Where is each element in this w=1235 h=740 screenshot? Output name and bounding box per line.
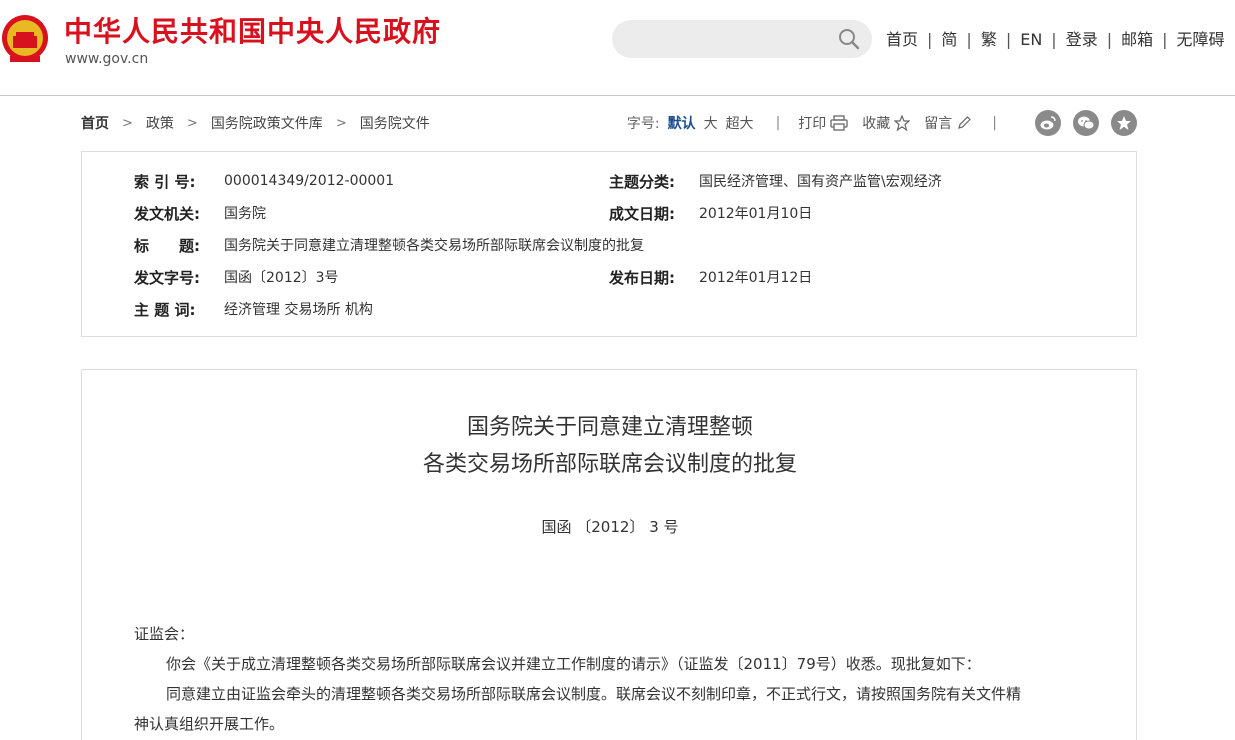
crumb-bar: 首页 > 政策 > 国务院政策文件库 > 国务院文件 字号: 默认 大 超大 |… <box>81 108 1137 138</box>
meta-created-value: 2012年01月10日 <box>699 206 813 222</box>
meta-title-label: 标 题: <box>134 236 200 255</box>
nav-traditional[interactable]: 繁 <box>981 28 997 52</box>
meta-keywords-label: 主 题 词: <box>134 300 196 319</box>
font-size-label: 字号: <box>626 116 660 132</box>
weibo-icon[interactable] <box>1035 110 1061 136</box>
nav-simplified[interactable]: 简 <box>941 28 957 52</box>
meta-category-label: 主题分类: <box>609 172 675 191</box>
document-title-line1: 国务院关于同意建立清理整顿 <box>466 415 753 440</box>
meta-issuer-label: 发文机关: <box>134 204 200 223</box>
breadcrumb-separator: > <box>186 115 198 131</box>
document-paragraph-2-line1: 同意建立由证监会牵头的清理整顿各类交易场所部际联席会议制度。联席会议不刻制印章，… <box>166 685 1022 703</box>
site-url[interactable]: www.gov.cn <box>65 50 148 68</box>
meta-created: 成文日期: 2012年01月10日 <box>609 202 812 224</box>
document-content: 国务院关于同意建立清理整顿 各类交易场所部际联席会议制度的批复 国函 〔2012… <box>81 369 1137 740</box>
meta-category: 主题分类: 国民经济管理、国有资产监管\宏观经济 <box>609 170 942 192</box>
print-label: 打印 <box>798 116 827 132</box>
meta-title-value: 国务院关于同意建立清理整顿各类交易场所部际联席会议制度的批复 <box>224 238 644 254</box>
wechat-icon[interactable] <box>1073 110 1099 136</box>
breadcrumb-policy-library[interactable]: 国务院政策文件库 <box>211 113 323 133</box>
page-tools: 字号: 默认 大 超大 | 打印 收藏 留言 | <box>627 108 1137 138</box>
print-button[interactable]: 打印 <box>798 113 848 133</box>
meta-issuer: 发文机关: 国务院 <box>134 202 266 224</box>
document-title-line2: 各类交易场所部际联席会议制度的批复 <box>422 452 797 477</box>
meta-index-value: 000014349/2012-00001 <box>224 173 395 189</box>
nav-separator: | <box>927 30 933 49</box>
national-emblem-icon[interactable] <box>0 12 50 66</box>
nav-english[interactable]: EN <box>1020 28 1042 52</box>
nav-login[interactable]: 登录 <box>1066 28 1098 52</box>
top-nav: 首页 | 简 | 繁 | EN | 登录 | 邮箱 | 无障碍 <box>886 28 1225 52</box>
font-size-default[interactable]: 默认 <box>668 113 696 133</box>
favorite-star-icon[interactable] <box>1111 110 1137 136</box>
nav-home[interactable]: 首页 <box>886 28 918 52</box>
breadcrumb-policy[interactable]: 政策 <box>146 113 174 133</box>
meta-index-label: 索 引 号: <box>134 172 196 191</box>
nav-mail[interactable]: 邮箱 <box>1121 28 1153 52</box>
search-icon[interactable] <box>838 28 860 50</box>
meta-docno: 发文字号: 国函〔2012〕3号 <box>134 266 339 288</box>
site-header: 中华人民共和国中央人民政府 www.gov.cn 首页 | 简 | 繁 | EN… <box>0 0 1235 96</box>
tools-divider: | <box>775 115 781 131</box>
favorite-button[interactable]: 收藏 <box>862 113 911 133</box>
search-input[interactable] <box>628 20 838 58</box>
favorite-label: 收藏 <box>862 116 891 132</box>
meta-index: 索 引 号: 000014349/2012-00001 <box>134 170 394 192</box>
breadcrumb-home[interactable]: 首页 <box>81 113 109 133</box>
meta-published-label: 发布日期: <box>609 268 675 287</box>
breadcrumb-state-council-docs[interactable]: 国务院文件 <box>360 113 430 133</box>
search-box <box>612 20 872 58</box>
nav-separator: | <box>966 30 972 49</box>
nav-separator: | <box>1162 30 1168 49</box>
meta-title: 标 题: 国务院关于同意建立清理整顿各类交易场所部际联席会议制度的批复 <box>134 234 644 256</box>
nav-accessibility[interactable]: 无障碍 <box>1177 28 1225 52</box>
star-outline-icon <box>894 115 911 131</box>
breadcrumb-separator: > <box>122 115 133 131</box>
document-metadata: 索 引 号: 000014349/2012-00001 主题分类: 国民经济管理… <box>81 151 1137 337</box>
document-number: 国函 〔2012〕 3 号 <box>541 518 679 536</box>
meta-docno-value: 国函〔2012〕3号 <box>224 270 339 286</box>
breadcrumb-separator: > <box>335 115 347 131</box>
breadcrumb: 首页 > 政策 > 国务院政策文件库 > 国务院文件 <box>81 108 430 138</box>
meta-created-label: 成文日期: <box>609 204 675 223</box>
nav-separator: | <box>1051 30 1057 49</box>
meta-category-value: 国民经济管理、国有资产监管\宏观经济 <box>699 174 942 190</box>
document-addressee: 证监会： <box>134 625 195 643</box>
document-paragraph-1: 你会《关于成立清理整顿各类交易场所部际联席会议并建立工作制度的请示》（证监发〔2… <box>166 655 981 673</box>
meta-published-value: 2012年01月12日 <box>699 270 813 286</box>
document-paragraph-2-line2: 神认真组织开展工作。 <box>134 715 285 733</box>
nav-separator: | <box>1005 30 1012 49</box>
meta-published: 发布日期: 2012年01月12日 <box>609 266 812 288</box>
meta-keywords-value: 经济管理 交易场所 机构 <box>224 302 373 318</box>
font-size-xlarge[interactable]: 超大 <box>726 113 754 133</box>
meta-keywords: 主 题 词: 经济管理 交易场所 机构 <box>134 298 373 320</box>
font-size-large[interactable]: 大 <box>704 113 718 133</box>
pencil-icon <box>958 116 972 129</box>
nav-separator: | <box>1106 30 1113 49</box>
printer-icon <box>830 115 848 131</box>
comment-label: 留言 <box>924 116 953 132</box>
meta-docno-label: 发文字号: <box>134 268 200 287</box>
meta-issuer-value: 国务院 <box>224 206 266 222</box>
tools-divider: | <box>992 115 997 131</box>
site-title[interactable]: 中华人民共和国中央人民政府 <box>64 14 441 50</box>
comment-button[interactable]: 留言 <box>924 113 972 133</box>
